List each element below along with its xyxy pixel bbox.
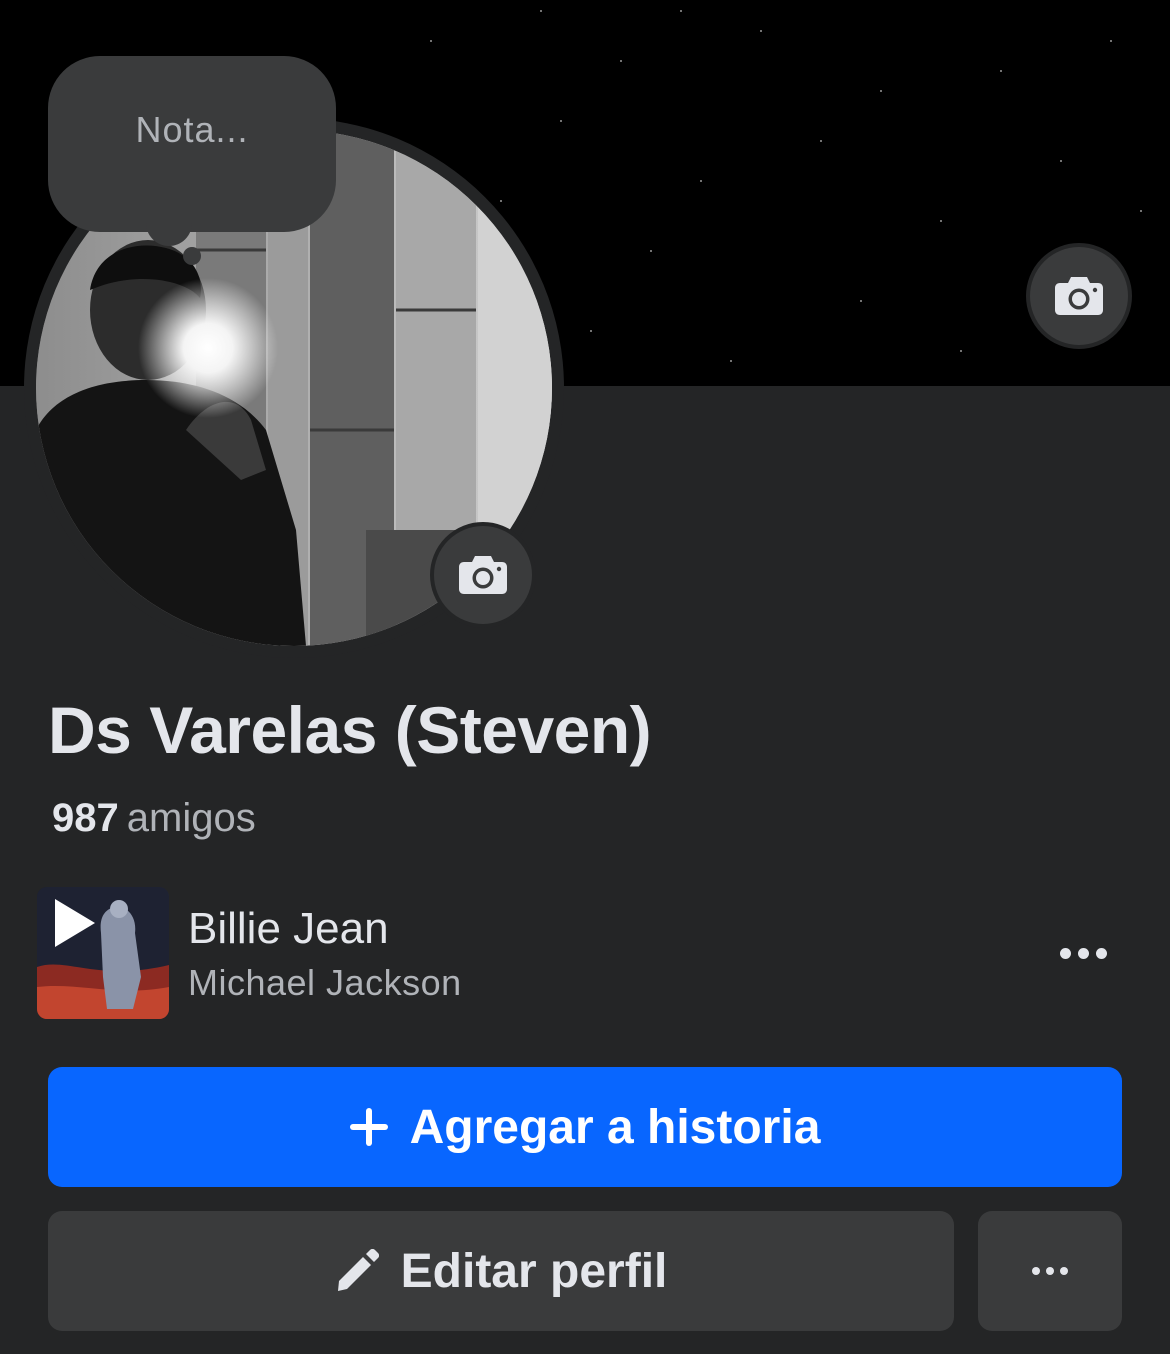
cover-camera-button[interactable]: [1026, 243, 1132, 349]
note-bubble-dot: [183, 247, 201, 265]
profile-name: Ds Varelas (Steven): [48, 693, 652, 767]
friends-label: amigos: [126, 796, 256, 840]
edit-profile-label: Editar perfil: [400, 1244, 668, 1298]
friends-count-link[interactable]: 987 amigos: [52, 796, 256, 841]
more-dot: [1077, 947, 1089, 959]
edit-profile-button[interactable]: Editar perfil: [48, 1211, 954, 1331]
more-dot: [1046, 1267, 1054, 1275]
pencil-icon: [337, 1249, 379, 1291]
camera-icon: [459, 556, 507, 594]
friends-count: 987: [52, 796, 119, 840]
album-cover[interactable]: [37, 887, 169, 1019]
more-horizontal-icon: [1059, 947, 1071, 959]
add-story-label: Agregar a historia: [409, 1100, 821, 1154]
avatar-camera-button[interactable]: [430, 522, 536, 628]
add-story-button[interactable]: Agregar a historia: [48, 1067, 1122, 1187]
album-art: [37, 887, 169, 1019]
more-horizontal-icon: [1032, 1267, 1040, 1275]
more-dot: [1060, 1267, 1068, 1275]
profile-more-button[interactable]: [978, 1211, 1122, 1331]
note-bubble[interactable]: Nota...: [48, 56, 336, 232]
music-more-button[interactable]: [1050, 928, 1116, 978]
song-artist: Michael Jackson: [188, 962, 462, 1003]
more-dot: [1095, 947, 1107, 959]
plus-icon: [349, 1108, 388, 1146]
camera-icon: [1055, 277, 1103, 315]
note-placeholder: Nota...: [135, 109, 249, 150]
profile-page: Nota... Ds Varelas (Steven) 987 amigos Bi…: [0, 0, 1170, 1354]
song-title: Billie Jean: [188, 904, 389, 953]
